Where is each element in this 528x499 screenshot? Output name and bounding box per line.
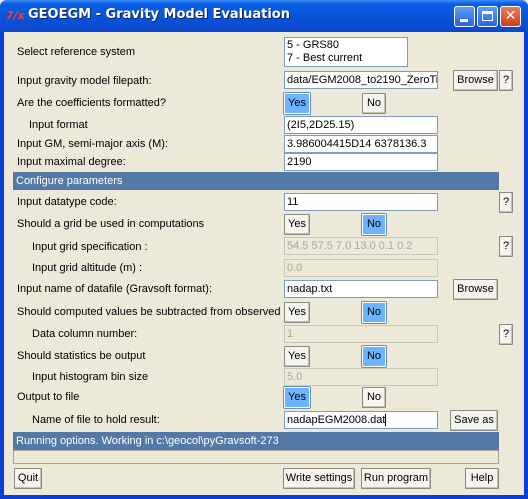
gm-axis-field[interactable]: 3.986004415D14 6378136.3 [284,135,438,153]
statistics-yes-button[interactable]: Yes [284,346,310,367]
grid-use-label: Should a grid be used in computations [17,218,205,230]
running-options-header: Running options. Working in c:\geocol\py… [13,432,499,450]
formatted-yes-button[interactable]: Yes [284,93,310,114]
grid-spec-field[interactable]: 54.5 57.5 7.0 13.0 0.1 0.2 [284,237,438,255]
ref-system-label: Select reference system [17,46,135,58]
model-path-label: Input gravity model filepath: [17,75,152,87]
minimize-button[interactable] [454,6,475,27]
input-format-field[interactable]: (2I5,2D25.15) [284,116,438,134]
datafile-label: Input name of datafile (Gravsoft format)… [17,283,213,295]
client-area: Select reference system 5 - GRS80 7 - Be… [4,32,524,495]
max-degree-label: Input maximal degree: [17,156,126,168]
max-degree-field[interactable]: 2190 [284,153,438,171]
help-model-path-button[interactable]: ? [499,70,513,91]
result-file-label: Name of file to hold result: [32,414,160,426]
ref-system-option[interactable]: 5 - GRS80 [287,39,405,52]
output-file-no-button[interactable]: No [362,387,386,408]
datafile-field[interactable]: nadap.txt [284,280,438,298]
write-settings-button[interactable]: Write settings [283,468,355,489]
text-cursor [385,414,387,427]
grid-alt-field[interactable]: 0.0 [284,259,438,277]
model-path-input[interactable]: data/EGM2008_to2190_ZeroTi [284,71,438,89]
ref-system-listbox[interactable]: 5 - GRS80 7 - Best current [284,37,408,67]
result-file-value: nadapEGM2008.dat [287,414,386,426]
configure-parameters-header: Configure parameters [13,172,499,190]
maximize-button[interactable] [477,6,498,27]
formatted-no-button[interactable]: No [362,93,386,114]
subtract-yes-button[interactable]: Yes [284,302,310,323]
formatted-label: Are the coefficients formatted? [17,97,166,109]
tk-feather-icon[interactable]: 7/x [6,8,25,24]
output-file-yes-button[interactable]: Yes [284,387,310,408]
result-file-field[interactable]: nadapEGM2008.dat [284,411,438,429]
title-bar[interactable]: 7/x GEOEGM - Gravity Model Evaluation ✕ [0,0,528,32]
gm-axis-label: Input GM, semi-major axis (M): [17,138,168,150]
help-data-column-button[interactable]: ? [499,324,513,345]
subtract-label: Should computed values be subtracted fro… [17,306,281,318]
grid-spec-label: Input grid specification : [32,241,148,253]
hist-bin-label: Input histogram bin size [32,371,149,383]
help-button[interactable]: Help [465,468,499,489]
statistics-no-button[interactable]: No [362,346,386,367]
status-area [13,450,499,464]
datatype-label: Input datatype code: [17,196,117,208]
save-as-button[interactable]: Save as [450,410,498,431]
ref-system-option[interactable]: 7 - Best current [287,52,405,65]
quit-button[interactable]: Quit [14,468,42,489]
input-format-label: Input format [29,119,88,131]
close-icon: ✕ [504,8,517,24]
help-datatype-button[interactable]: ? [499,192,513,213]
run-program-button[interactable]: Run program [361,468,431,489]
data-column-field[interactable]: 1 [284,325,438,343]
help-grid-spec-button[interactable]: ? [499,236,513,257]
minimize-icon [455,7,474,26]
datatype-field[interactable]: 11 [284,193,438,211]
statistics-label: Should statistics be output [17,350,146,362]
subtract-no-button[interactable]: No [362,302,386,323]
window-title: GEOEGM - Gravity Model Evaluation [28,7,290,22]
application-window: 7/x GEOEGM - Gravity Model Evaluation ✕ … [0,0,528,499]
grid-use-yes-button[interactable]: Yes [284,214,310,235]
grid-use-no-button[interactable]: No [362,214,386,235]
hist-bin-field[interactable]: 5.0 [284,368,438,386]
output-file-label: Output to file [17,391,80,403]
close-button[interactable]: ✕ [500,6,521,27]
grid-alt-label: Input grid altitude (m) : [32,262,143,274]
browse-model-button[interactable]: Browse [453,70,498,91]
data-column-label: Data column number: [32,328,138,340]
browse-datafile-button[interactable]: Browse [453,279,498,300]
maximize-icon [478,7,497,26]
